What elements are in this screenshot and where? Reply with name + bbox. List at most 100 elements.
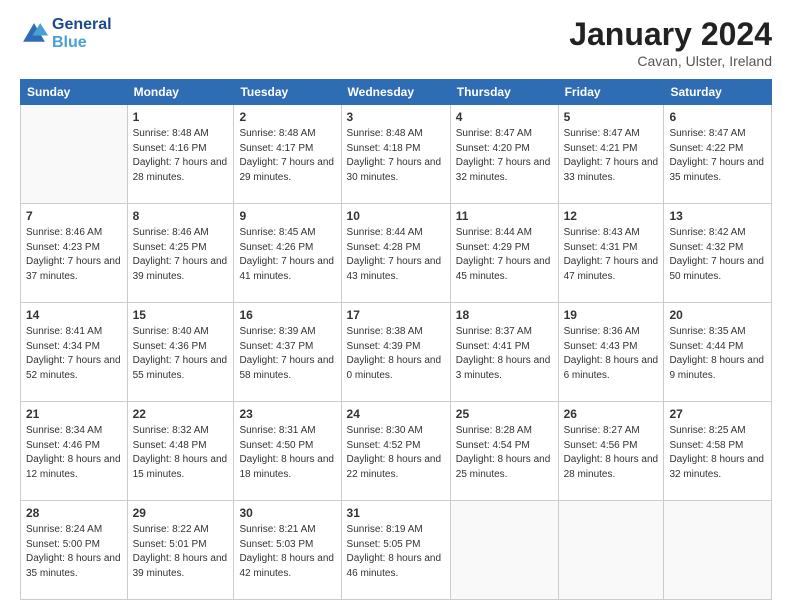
day-info: Sunrise: 8:22 AMSunset: 5:01 PMDaylight:… — [133, 523, 229, 581]
day-info: Sunrise: 8:39 AMSunset: 4:37 PMDaylight:… — [239, 325, 335, 383]
table-row — [558, 501, 664, 600]
table-row: 29Sunrise: 8:22 AMSunset: 5:01 PMDayligh… — [127, 501, 234, 600]
table-row: 12Sunrise: 8:43 AMSunset: 4:31 PMDayligh… — [558, 204, 664, 303]
page: General Blue January 2024 Cavan, Ulster,… — [0, 0, 792, 612]
day-info: Sunrise: 8:48 AMSunset: 4:18 PMDaylight:… — [347, 127, 445, 185]
day-number: 30 — [239, 505, 335, 522]
day-info: Sunrise: 8:41 AMSunset: 4:34 PMDaylight:… — [26, 325, 122, 383]
day-number: 5 — [564, 109, 659, 126]
day-info: Sunrise: 8:46 AMSunset: 4:23 PMDaylight:… — [26, 226, 122, 284]
day-info: Sunrise: 8:44 AMSunset: 4:29 PMDaylight:… — [456, 226, 553, 284]
day-number: 17 — [347, 307, 445, 324]
day-number: 31 — [347, 505, 445, 522]
day-info: Sunrise: 8:27 AMSunset: 4:56 PMDaylight:… — [564, 424, 659, 482]
logo-line1: General — [52, 16, 112, 34]
table-row: 25Sunrise: 8:28 AMSunset: 4:54 PMDayligh… — [450, 402, 558, 501]
col-header-tuesday: Tuesday — [234, 80, 341, 105]
table-row: 11Sunrise: 8:44 AMSunset: 4:29 PMDayligh… — [450, 204, 558, 303]
table-row: 4Sunrise: 8:47 AMSunset: 4:20 PMDaylight… — [450, 105, 558, 204]
calendar-table: SundayMondayTuesdayWednesdayThursdayFrid… — [20, 79, 772, 600]
day-number: 18 — [456, 307, 553, 324]
day-info: Sunrise: 8:32 AMSunset: 4:48 PMDaylight:… — [133, 424, 229, 482]
week-row-4: 21Sunrise: 8:34 AMSunset: 4:46 PMDayligh… — [21, 402, 772, 501]
table-row: 30Sunrise: 8:21 AMSunset: 5:03 PMDayligh… — [234, 501, 341, 600]
day-number: 10 — [347, 208, 445, 225]
day-number: 28 — [26, 505, 122, 522]
table-row: 10Sunrise: 8:44 AMSunset: 4:28 PMDayligh… — [341, 204, 450, 303]
table-row: 20Sunrise: 8:35 AMSunset: 4:44 PMDayligh… — [664, 303, 772, 402]
day-info: Sunrise: 8:24 AMSunset: 5:00 PMDaylight:… — [26, 523, 122, 581]
table-row: 27Sunrise: 8:25 AMSunset: 4:58 PMDayligh… — [664, 402, 772, 501]
day-info: Sunrise: 8:34 AMSunset: 4:46 PMDaylight:… — [26, 424, 122, 482]
table-row: 16Sunrise: 8:39 AMSunset: 4:37 PMDayligh… — [234, 303, 341, 402]
day-info: Sunrise: 8:47 AMSunset: 4:20 PMDaylight:… — [456, 127, 553, 185]
day-number: 3 — [347, 109, 445, 126]
col-header-monday: Monday — [127, 80, 234, 105]
table-row: 28Sunrise: 8:24 AMSunset: 5:00 PMDayligh… — [21, 501, 128, 600]
week-row-5: 28Sunrise: 8:24 AMSunset: 5:00 PMDayligh… — [21, 501, 772, 600]
day-number: 7 — [26, 208, 122, 225]
table-row: 7Sunrise: 8:46 AMSunset: 4:23 PMDaylight… — [21, 204, 128, 303]
table-row: 14Sunrise: 8:41 AMSunset: 4:34 PMDayligh… — [21, 303, 128, 402]
day-info: Sunrise: 8:45 AMSunset: 4:26 PMDaylight:… — [239, 226, 335, 284]
day-number: 22 — [133, 406, 229, 423]
table-row: 31Sunrise: 8:19 AMSunset: 5:05 PMDayligh… — [341, 501, 450, 600]
day-number: 21 — [26, 406, 122, 423]
day-number: 20 — [669, 307, 766, 324]
col-header-thursday: Thursday — [450, 80, 558, 105]
day-info: Sunrise: 8:43 AMSunset: 4:31 PMDaylight:… — [564, 226, 659, 284]
table-row: 22Sunrise: 8:32 AMSunset: 4:48 PMDayligh… — [127, 402, 234, 501]
week-row-3: 14Sunrise: 8:41 AMSunset: 4:34 PMDayligh… — [21, 303, 772, 402]
logo-icon — [20, 20, 48, 48]
day-info: Sunrise: 8:30 AMSunset: 4:52 PMDaylight:… — [347, 424, 445, 482]
day-info: Sunrise: 8:44 AMSunset: 4:28 PMDaylight:… — [347, 226, 445, 284]
header-row: SundayMondayTuesdayWednesdayThursdayFrid… — [21, 80, 772, 105]
day-info: Sunrise: 8:25 AMSunset: 4:58 PMDaylight:… — [669, 424, 766, 482]
table-row: 5Sunrise: 8:47 AMSunset: 4:21 PMDaylight… — [558, 105, 664, 204]
day-info: Sunrise: 8:38 AMSunset: 4:39 PMDaylight:… — [347, 325, 445, 383]
table-row: 21Sunrise: 8:34 AMSunset: 4:46 PMDayligh… — [21, 402, 128, 501]
day-info: Sunrise: 8:36 AMSunset: 4:43 PMDaylight:… — [564, 325, 659, 383]
day-number: 26 — [564, 406, 659, 423]
day-number: 23 — [239, 406, 335, 423]
day-number: 8 — [133, 208, 229, 225]
day-number: 27 — [669, 406, 766, 423]
day-info: Sunrise: 8:35 AMSunset: 4:44 PMDaylight:… — [669, 325, 766, 383]
table-row: 17Sunrise: 8:38 AMSunset: 4:39 PMDayligh… — [341, 303, 450, 402]
day-info: Sunrise: 8:21 AMSunset: 5:03 PMDaylight:… — [239, 523, 335, 581]
day-number: 13 — [669, 208, 766, 225]
logo: General Blue — [20, 16, 112, 51]
day-number: 19 — [564, 307, 659, 324]
table-row: 8Sunrise: 8:46 AMSunset: 4:25 PMDaylight… — [127, 204, 234, 303]
day-info: Sunrise: 8:46 AMSunset: 4:25 PMDaylight:… — [133, 226, 229, 284]
week-row-2: 7Sunrise: 8:46 AMSunset: 4:23 PMDaylight… — [21, 204, 772, 303]
table-row: 6Sunrise: 8:47 AMSunset: 4:22 PMDaylight… — [664, 105, 772, 204]
table-row — [450, 501, 558, 600]
logo-line2: Blue — [52, 34, 112, 52]
table-row: 19Sunrise: 8:36 AMSunset: 4:43 PMDayligh… — [558, 303, 664, 402]
title-block: January 2024 Cavan, Ulster, Ireland — [569, 16, 772, 69]
day-number: 12 — [564, 208, 659, 225]
table-row: 24Sunrise: 8:30 AMSunset: 4:52 PMDayligh… — [341, 402, 450, 501]
table-row: 13Sunrise: 8:42 AMSunset: 4:32 PMDayligh… — [664, 204, 772, 303]
col-header-sunday: Sunday — [21, 80, 128, 105]
table-row: 15Sunrise: 8:40 AMSunset: 4:36 PMDayligh… — [127, 303, 234, 402]
day-number: 6 — [669, 109, 766, 126]
day-number: 15 — [133, 307, 229, 324]
day-number: 11 — [456, 208, 553, 225]
day-number: 16 — [239, 307, 335, 324]
day-info: Sunrise: 8:42 AMSunset: 4:32 PMDaylight:… — [669, 226, 766, 284]
day-info: Sunrise: 8:37 AMSunset: 4:41 PMDaylight:… — [456, 325, 553, 383]
day-info: Sunrise: 8:48 AMSunset: 4:16 PMDaylight:… — [133, 127, 229, 185]
table-row — [664, 501, 772, 600]
table-row: 3Sunrise: 8:48 AMSunset: 4:18 PMDaylight… — [341, 105, 450, 204]
day-info: Sunrise: 8:47 AMSunset: 4:21 PMDaylight:… — [564, 127, 659, 185]
day-info: Sunrise: 8:48 AMSunset: 4:17 PMDaylight:… — [239, 127, 335, 185]
col-header-saturday: Saturday — [664, 80, 772, 105]
day-number: 29 — [133, 505, 229, 522]
month-title: January 2024 — [569, 16, 772, 53]
day-info: Sunrise: 8:40 AMSunset: 4:36 PMDaylight:… — [133, 325, 229, 383]
col-header-friday: Friday — [558, 80, 664, 105]
day-info: Sunrise: 8:31 AMSunset: 4:50 PMDaylight:… — [239, 424, 335, 482]
day-info: Sunrise: 8:19 AMSunset: 5:05 PMDaylight:… — [347, 523, 445, 581]
